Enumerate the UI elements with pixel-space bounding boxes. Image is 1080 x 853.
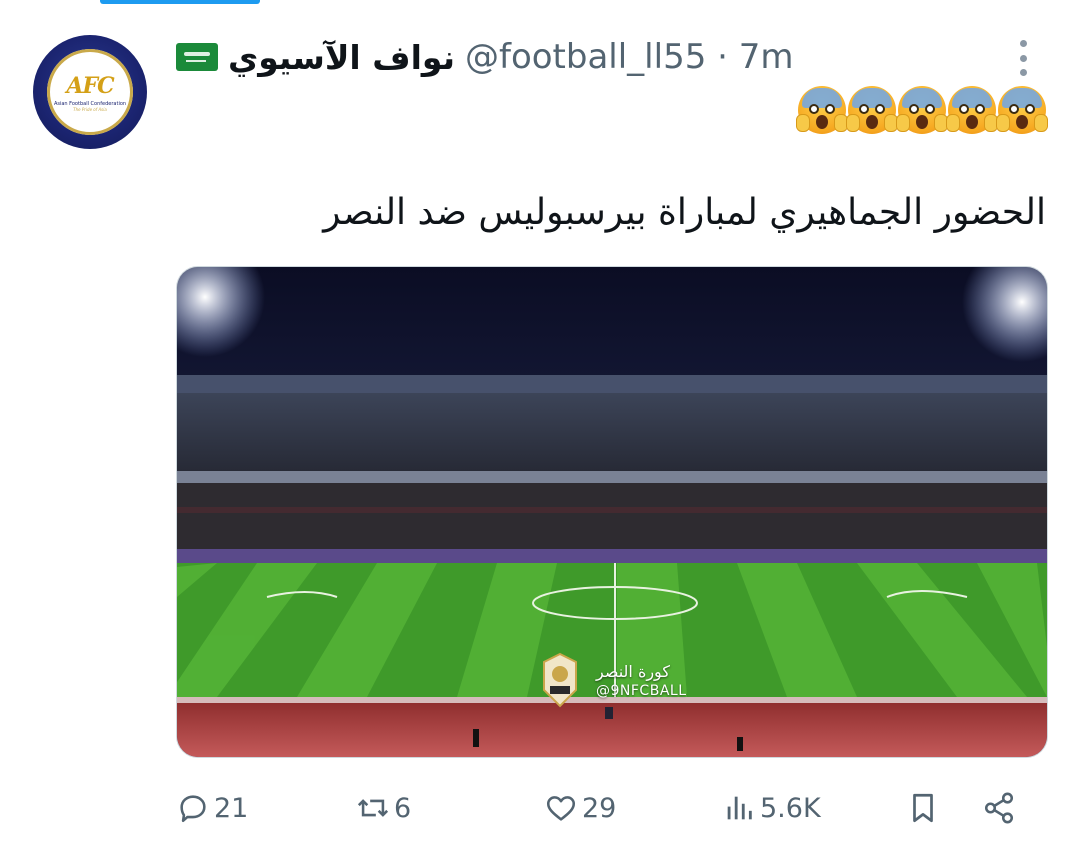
author-display-name[interactable]: نواف الآسيوي [228,38,455,77]
reply-button[interactable]: 21 [176,786,248,830]
saudi-flag-icon [176,43,218,71]
avatar[interactable]: AFC Asian Football Confederation The Pri… [33,35,147,149]
views-count: 5.6K [760,792,821,824]
tweet-text: الحضور الجماهيري لمباراة بيرسبوليس ضد ال… [323,192,1046,233]
bookmark-button[interactable] [906,786,940,830]
like-count: 29 [582,792,617,824]
face-screaming-in-fear-icon [796,86,848,134]
emoji-line [796,86,1048,134]
avatar-sub-text-2: The Pride of Asia [73,106,107,112]
afc-logo-icon: AFC Asian Football Confederation The Pri… [47,49,133,135]
avatar-logo-text: AFC [66,72,114,99]
bookmark-icon [913,793,933,823]
tweet-time[interactable]: · 7m [717,37,793,77]
top-tab-indicator [100,0,260,4]
views-button[interactable]: 5.6K [722,786,821,830]
reply-icon [180,795,206,823]
heart-icon [546,796,576,821]
repost-button[interactable]: 6 [356,786,411,830]
repost-icon [357,799,389,817]
tweet-header: نواف الآسيوي @football_ll55 · 7m [176,36,794,78]
repost-count: 6 [394,792,412,824]
watermark-handle: @9NFCBALL [596,683,687,699]
author-handle[interactable]: @football_ll55 · 7m [465,37,794,77]
share-button[interactable] [982,786,1016,830]
face-screaming-in-fear-icon [946,86,998,134]
share-icon [984,792,1014,824]
tweet-actions: 21 6 29 5.6K [176,786,1036,830]
watermark-name: كورة النصر [596,662,670,681]
face-screaming-in-fear-icon [846,86,898,134]
author-handle-text[interactable]: @football_ll55 [465,37,706,77]
face-screaming-in-fear-icon [896,86,948,134]
like-button[interactable]: 29 [544,786,616,830]
watermark-logo-icon [543,652,577,708]
more-options-icon[interactable] [1016,40,1030,76]
views-chart-icon [727,796,752,820]
reply-count: 21 [214,792,249,824]
face-screaming-in-fear-icon [996,86,1048,134]
